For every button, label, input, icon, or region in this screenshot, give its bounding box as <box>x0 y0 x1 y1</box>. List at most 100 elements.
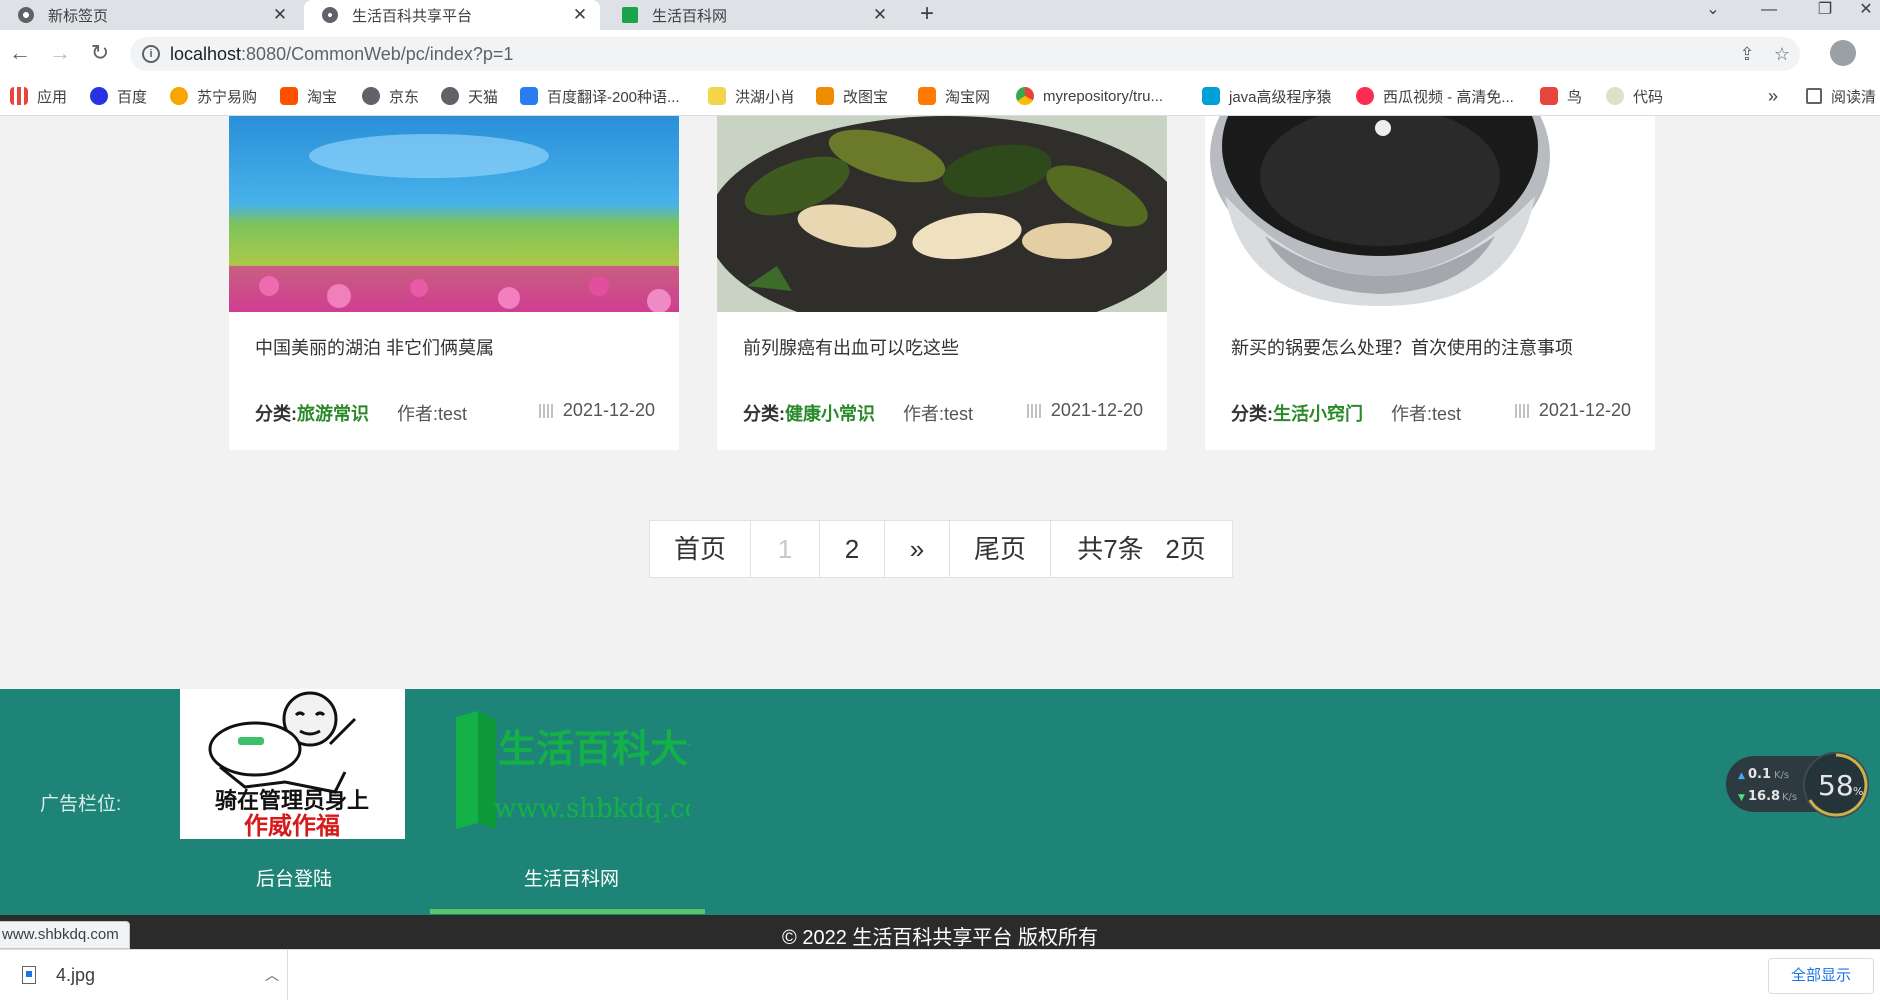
downloads-shelf: 4.jpg ︿ 全部显示 <box>0 949 1880 1000</box>
bookmark-xigua[interactable]: 西瓜视频 - 高清免... <box>1356 76 1514 116</box>
article-title[interactable]: 新买的锅要怎么处理？首次使用的注意事项 <box>1231 334 1573 360</box>
bookmark-label: 百度翻译-200种语... <box>547 88 680 106</box>
bookmark-taobao-net[interactable]: 淘宝网 <box>918 76 990 116</box>
bookmark-taobao[interactable]: 淘宝 <box>280 76 337 116</box>
date-text: 2021-12-20 <box>1538 400 1631 420</box>
copyright-bar: © 2022 生活百科共享平台 版权所有 <box>0 915 1880 949</box>
total-pages: 2页 <box>1165 534 1206 564</box>
suning-lion-icon <box>170 87 188 105</box>
close-icon[interactable]: ✕ <box>870 5 890 25</box>
next-page-button[interactable]: » <box>885 521 950 577</box>
download-item[interactable]: 4.jpg ︿ <box>0 950 288 1000</box>
bookmark-label: 淘宝 <box>307 88 338 106</box>
tab-new-tab[interactable]: 新标签页 ✕ <box>0 0 300 30</box>
last-page-button[interactable]: 尾页 <box>950 521 1051 577</box>
cpu-percent: 58 <box>1818 769 1854 802</box>
bookmark-tmall[interactable]: 天猫 <box>441 76 498 116</box>
cpu-percent-unit: % <box>1853 785 1863 798</box>
bookmark-label: 阅读清 <box>1831 88 1877 106</box>
bookmark-honghu[interactable]: 洪湖小肖 <box>708 76 795 116</box>
category-link[interactable]: 旅游常识 <box>297 400 369 426</box>
article-card[interactable]: 中国美丽的湖泊 非它们俩莫属 分类: 旅游常识 作者:test 2021-12-2… <box>229 116 679 450</box>
pagination: 首页 1 2 » 尾页 共7条 2页 <box>649 520 1233 578</box>
calendar-icon <box>1514 403 1529 418</box>
reading-list[interactable]: 阅读清 <box>1806 76 1876 116</box>
reload-icon[interactable]: ↻ <box>85 39 115 67</box>
tab-platform[interactable]: 生活百科共享平台 ✕ <box>304 0 600 30</box>
bookmark-java[interactable]: java高级程序猿 <box>1202 76 1332 116</box>
upload-speed: 0.1 <box>1748 767 1771 782</box>
chevron-up-icon[interactable]: ︿ <box>257 965 287 985</box>
footer-link-admin-login[interactable]: 后台登陆 <box>256 864 332 891</box>
bookmark-label: 百度 <box>117 88 148 106</box>
download-unit: K/s <box>1782 792 1797 803</box>
site-footer: 广告栏位: 骑在管理员身上 作威作福 生活百科大全 www.shbkdq.com… <box>0 689 1880 915</box>
minimize-icon[interactable]: — <box>1749 0 1789 30</box>
article-title[interactable]: 前列腺癌有出血可以吃这些 <box>743 334 959 360</box>
close-icon[interactable]: ✕ <box>270 5 290 25</box>
bookmark-suning[interactable]: 苏宁易购 <box>170 76 257 116</box>
bookmark-apps[interactable]: 应用 <box>10 76 67 116</box>
share-icon[interactable]: ⇪ <box>1735 42 1759 66</box>
category-label: 分类: <box>255 404 297 424</box>
article-thumbnail-lake[interactable] <box>229 116 679 312</box>
new-tab-plus-icon[interactable]: + <box>915 0 939 30</box>
category-link[interactable]: 健康小常识 <box>785 400 875 426</box>
article-thumbnail-mussels[interactable] <box>717 116 1167 312</box>
article-card[interactable]: 前列腺癌有出血可以吃这些 分类: 健康小常识 作者:test 2021-12-20 <box>717 116 1167 450</box>
copyright-text: © 2022 生活百科共享平台 版权所有 <box>782 927 1098 949</box>
footer-link-shbk[interactable]: 生活百科网 <box>524 864 619 891</box>
image-edit-icon <box>816 87 834 105</box>
forward-icon[interactable]: → <box>45 39 75 67</box>
profile-avatar[interactable] <box>1830 40 1856 66</box>
restore-icon[interactable]: ❐ <box>1805 0 1845 30</box>
page-2-button[interactable]: 2 <box>820 521 885 577</box>
article-meta: 分类: 生活小窍门 作者:test 2021-12-20 <box>1231 400 1631 426</box>
bookmark-gaitubao[interactable]: 改图宝 <box>816 76 888 116</box>
ad-banner-shbkdq[interactable]: 生活百科大全 www.shbkdq.com <box>450 697 727 837</box>
total-items: 共7条 <box>1077 534 1144 564</box>
bookmark-label: java高级程序猿 <box>1229 88 1332 106</box>
chrome-icon <box>18 7 34 23</box>
window-close-icon[interactable]: ✕ <box>1852 0 1880 30</box>
upload-arrow-icon: ▲ <box>1738 771 1745 781</box>
close-icon[interactable]: ✕ <box>570 5 590 25</box>
bookmark-baidu-translate[interactable]: 百度翻译-200种语... <box>520 76 680 116</box>
bookmark-code[interactable]: 代码 <box>1606 76 1663 116</box>
bird-icon <box>1540 87 1558 105</box>
globe-icon <box>322 7 338 23</box>
url-path: :8080/CommonWeb/pc/index?p=1 <box>241 44 514 64</box>
address-bar[interactable]: i localhost:8080/CommonWeb/pc/index?p=1 … <box>130 37 1800 71</box>
tab-title: 生活百科网 <box>652 7 728 25</box>
bookmark-baidu[interactable]: 百度 <box>90 76 147 116</box>
network-speed-widget[interactable]: ▲ ▼ 0.1 K/s 16.8 K/s 58 % <box>1726 752 1876 818</box>
first-page-button[interactable]: 首页 <box>650 521 751 577</box>
calendar-icon <box>1026 403 1041 418</box>
article-date: 2021-12-20 <box>1026 400 1143 421</box>
bookmark-label: 改图宝 <box>843 88 889 106</box>
url-text[interactable]: localhost:8080/CommonWeb/pc/index?p=1 <box>170 37 513 71</box>
article-author: 作者:test <box>903 404 974 424</box>
tab-search-chevron-icon[interactable]: ⌄ <box>1693 0 1733 30</box>
category-link[interactable]: 生活小窍门 <box>1273 400 1363 426</box>
tab-title: 新标签页 <box>48 7 109 25</box>
bookmark-myrepository[interactable]: myrepository/tru... <box>1016 76 1163 116</box>
info-icon[interactable]: i <box>142 45 160 63</box>
article-title[interactable]: 中国美丽的湖泊 非它们俩莫属 <box>255 334 494 360</box>
article-card[interactable]: 新买的锅要怎么处理？首次使用的注意事项 分类: 生活小窍门 作者:test 202… <box>1205 116 1655 450</box>
show-all-downloads-button[interactable]: 全部显示 <box>1768 958 1874 994</box>
bookmark-niao[interactable]: 鸟 <box>1540 76 1582 116</box>
file-image-icon <box>22 966 36 984</box>
bookmarks-overflow-chevron[interactable]: » <box>1768 76 1778 116</box>
tab-shbk[interactable]: 生活百科网 ✕ <box>604 0 900 30</box>
bird-icon <box>708 87 726 105</box>
article-thumbnail-pot[interactable] <box>1205 116 1655 312</box>
upload-unit: K/s <box>1774 770 1789 781</box>
bookmark-jd[interactable]: 京东 <box>362 76 419 116</box>
taobao-icon <box>280 87 298 105</box>
back-icon[interactable]: ← <box>5 39 35 67</box>
globe-icon <box>441 87 459 105</box>
ad-banner-meme[interactable]: 骑在管理员身上 作威作福 <box>180 689 405 839</box>
star-icon[interactable]: ☆ <box>1770 42 1794 66</box>
play-icon <box>1356 87 1374 105</box>
